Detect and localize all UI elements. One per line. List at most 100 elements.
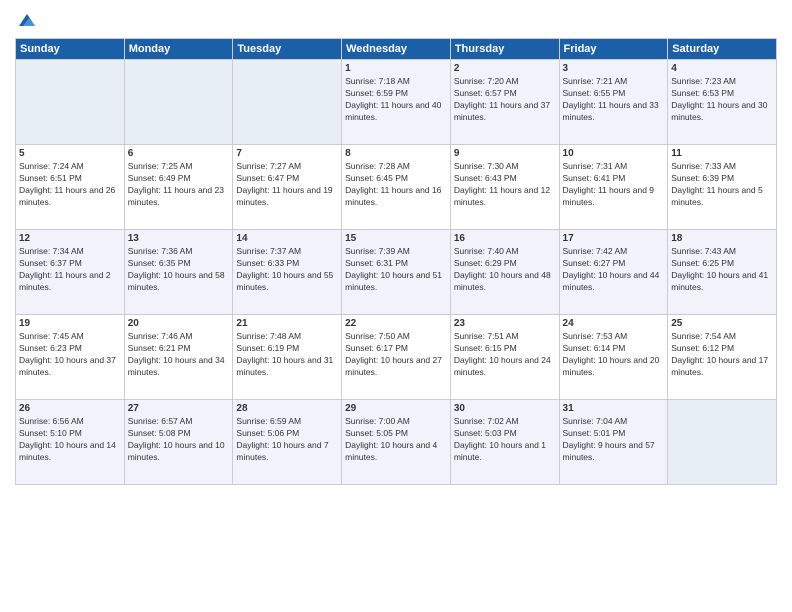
day-info: Sunrise: 7:48 AMSunset: 6:19 PMDaylight:… <box>236 331 338 379</box>
calendar-cell: 6Sunrise: 7:25 AMSunset: 6:49 PMDaylight… <box>124 145 233 230</box>
logo-icon <box>17 10 37 30</box>
calendar-cell: 20 Sunrise: 7:46 AMSunset: 6:21 PMDayligh… <box>124 315 233 400</box>
day-info: Sunrise: 7:00 AMSunset: 5:05 PMDaylight:… <box>345 416 447 464</box>
calendar-cell: 27 Sunrise: 6:57 AMSunset: 5:08 PMDayligh… <box>124 400 233 485</box>
calendar-cell: 24 Sunrise: 7:53 AMSunset: 6:14 PMDayligh… <box>559 315 668 400</box>
calendar-cell: 4 Sunrise: 7:23 AMSunset: 6:53 PMDaylight… <box>668 60 777 145</box>
day-number: 13 <box>128 233 230 244</box>
calendar-cell: 17 Sunrise: 7:42 AMSunset: 6:27 PMDayligh… <box>559 230 668 315</box>
day-number: 30 <box>454 403 556 414</box>
calendar-header-saturday: Saturday <box>668 39 777 60</box>
day-number: 4 <box>671 63 773 74</box>
calendar-cell: 10 Sunrise: 7:31 AMSunset: 6:41 PMDayligh… <box>559 145 668 230</box>
day-number: 20 <box>128 318 230 329</box>
day-number: 12 <box>19 233 121 244</box>
day-number: 6 <box>128 148 230 159</box>
day-info: Sunrise: 7:40 AMSunset: 6:29 PMDaylight:… <box>454 246 556 294</box>
day-number: 22 <box>345 318 447 329</box>
calendar-cell <box>16 60 125 145</box>
day-number: 5 <box>19 148 121 159</box>
calendar-week-4: 19 Sunrise: 7:45 AMSunset: 6:23 PMDayligh… <box>16 315 777 400</box>
calendar-week-2: 5 Sunrise: 7:24 AMSunset: 6:51 PMDaylight… <box>16 145 777 230</box>
calendar-cell: 19 Sunrise: 7:45 AMSunset: 6:23 PMDayligh… <box>16 315 125 400</box>
calendar-cell: 21Sunrise: 7:48 AMSunset: 6:19 PMDayligh… <box>233 315 342 400</box>
logo <box>15 10 37 30</box>
day-number: 27 <box>128 403 230 414</box>
day-info: Sunrise: 7:43 AMSunset: 6:25 PMDaylight:… <box>671 246 773 294</box>
day-info: Sunrise: 6:59 AMSunset: 5:06 PMDaylight:… <box>236 416 338 464</box>
calendar-week-1: 1 Sunrise: 7:18 AMSunset: 6:59 PMDaylight… <box>16 60 777 145</box>
calendar-cell <box>668 400 777 485</box>
page: SundayMondayTuesdayWednesdayThursdayFrid… <box>0 0 792 612</box>
day-number: 29 <box>345 403 447 414</box>
day-info: Sunrise: 7:21 AMSunset: 6:55 PMDaylight:… <box>563 76 665 124</box>
day-info: Sunrise: 7:53 AMSunset: 6:14 PMDaylight:… <box>563 331 665 379</box>
calendar-cell: 8Sunrise: 7:28 AMSunset: 6:45 PMDaylight… <box>342 145 451 230</box>
calendar-cell: 30Sunrise: 7:02 AMSunset: 5:03 PMDayligh… <box>450 400 559 485</box>
day-info: Sunrise: 7:27 AMSunset: 6:47 PMDaylight:… <box>236 161 338 209</box>
calendar-header-friday: Friday <box>559 39 668 60</box>
calendar-cell: 31 Sunrise: 7:04 AMSunset: 5:01 PMDayligh… <box>559 400 668 485</box>
calendar-cell: 16 Sunrise: 7:40 AMSunset: 6:29 PMDayligh… <box>450 230 559 315</box>
calendar-cell: 7 Sunrise: 7:27 AMSunset: 6:47 PMDaylight… <box>233 145 342 230</box>
calendar-header-tuesday: Tuesday <box>233 39 342 60</box>
day-info: Sunrise: 7:39 AMSunset: 6:31 PMDaylight:… <box>345 246 447 294</box>
calendar-cell: 12 Sunrise: 7:34 AMSunset: 6:37 PMDayligh… <box>16 230 125 315</box>
day-info: Sunrise: 7:34 AMSunset: 6:37 PMDaylight:… <box>19 246 121 294</box>
calendar-cell: 2Sunrise: 7:20 AMSunset: 6:57 PMDaylight… <box>450 60 559 145</box>
day-number: 11 <box>671 148 773 159</box>
calendar-cell: 5 Sunrise: 7:24 AMSunset: 6:51 PMDaylight… <box>16 145 125 230</box>
day-info: Sunrise: 7:33 AMSunset: 6:39 PMDaylight:… <box>671 161 773 209</box>
calendar-week-3: 12 Sunrise: 7:34 AMSunset: 6:37 PMDayligh… <box>16 230 777 315</box>
day-number: 18 <box>671 233 773 244</box>
day-info: Sunrise: 6:56 AMSunset: 5:10 PMDaylight:… <box>19 416 121 464</box>
day-number: 17 <box>563 233 665 244</box>
day-info: Sunrise: 7:51 AMSunset: 6:15 PMDaylight:… <box>454 331 556 379</box>
day-info: Sunrise: 7:45 AMSunset: 6:23 PMDaylight:… <box>19 331 121 379</box>
day-number: 23 <box>454 318 556 329</box>
calendar-header-monday: Monday <box>124 39 233 60</box>
day-info: Sunrise: 7:36 AMSunset: 6:35 PMDaylight:… <box>128 246 230 294</box>
day-number: 24 <box>563 318 665 329</box>
day-number: 3 <box>563 63 665 74</box>
day-info: Sunrise: 7:30 AMSunset: 6:43 PMDaylight:… <box>454 161 556 209</box>
day-info: Sunrise: 7:24 AMSunset: 6:51 PMDaylight:… <box>19 161 121 209</box>
calendar-cell <box>233 60 342 145</box>
day-number: 7 <box>236 148 338 159</box>
day-number: 2 <box>454 63 556 74</box>
day-number: 14 <box>236 233 338 244</box>
calendar-cell: 1 Sunrise: 7:18 AMSunset: 6:59 PMDaylight… <box>342 60 451 145</box>
calendar-week-5: 26Sunrise: 6:56 AMSunset: 5:10 PMDayligh… <box>16 400 777 485</box>
calendar-cell: 23 Sunrise: 7:51 AMSunset: 6:15 PMDayligh… <box>450 315 559 400</box>
day-info: Sunrise: 7:23 AMSunset: 6:53 PMDaylight:… <box>671 76 773 124</box>
day-number: 31 <box>563 403 665 414</box>
day-info: Sunrise: 7:42 AMSunset: 6:27 PMDaylight:… <box>563 246 665 294</box>
calendar-cell: 15 Sunrise: 7:39 AMSunset: 6:31 PMDayligh… <box>342 230 451 315</box>
day-info: Sunrise: 7:18 AMSunset: 6:59 PMDaylight:… <box>345 76 447 124</box>
day-info: Sunrise: 7:46 AMSunset: 6:21 PMDaylight:… <box>128 331 230 379</box>
day-info: Sunrise: 6:57 AMSunset: 5:08 PMDaylight:… <box>128 416 230 464</box>
calendar-header-sunday: Sunday <box>16 39 125 60</box>
calendar-header-thursday: Thursday <box>450 39 559 60</box>
day-number: 1 <box>345 63 447 74</box>
calendar-cell: 11 Sunrise: 7:33 AMSunset: 6:39 PMDayligh… <box>668 145 777 230</box>
day-info: Sunrise: 7:54 AMSunset: 6:12 PMDaylight:… <box>671 331 773 379</box>
calendar-cell <box>124 60 233 145</box>
calendar-cell: 9Sunrise: 7:30 AMSunset: 6:43 PMDaylight… <box>450 145 559 230</box>
calendar-cell: 28Sunrise: 6:59 AMSunset: 5:06 PMDayligh… <box>233 400 342 485</box>
day-number: 15 <box>345 233 447 244</box>
day-info: Sunrise: 7:04 AMSunset: 5:01 PMDaylight:… <box>563 416 665 464</box>
calendar-cell: 14 Sunrise: 7:37 AMSunset: 6:33 PMDayligh… <box>233 230 342 315</box>
day-info: Sunrise: 7:28 AMSunset: 6:45 PMDaylight:… <box>345 161 447 209</box>
day-number: 19 <box>19 318 121 329</box>
calendar-cell: 26Sunrise: 6:56 AMSunset: 5:10 PMDayligh… <box>16 400 125 485</box>
day-info: Sunrise: 7:31 AMSunset: 6:41 PMDaylight:… <box>563 161 665 209</box>
calendar-cell: 3 Sunrise: 7:21 AMSunset: 6:55 PMDaylight… <box>559 60 668 145</box>
day-number: 16 <box>454 233 556 244</box>
day-info: Sunrise: 7:50 AMSunset: 6:17 PMDaylight:… <box>345 331 447 379</box>
day-info: Sunrise: 7:37 AMSunset: 6:33 PMDaylight:… <box>236 246 338 294</box>
day-number: 10 <box>563 148 665 159</box>
calendar-header-wednesday: Wednesday <box>342 39 451 60</box>
calendar-header-row: SundayMondayTuesdayWednesdayThursdayFrid… <box>16 39 777 60</box>
day-number: 25 <box>671 318 773 329</box>
